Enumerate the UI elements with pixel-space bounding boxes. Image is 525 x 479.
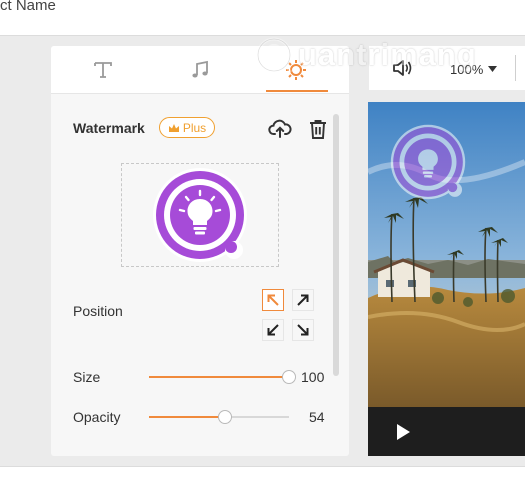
site-watermark-text: uantrimang (298, 37, 477, 72)
chevron-down-icon (488, 66, 498, 72)
arrow-up-left-icon (267, 294, 279, 306)
position-bottom-right-button[interactable] (292, 319, 314, 341)
size-slider[interactable] (149, 370, 296, 384)
top-bar: ct Name (0, 0, 525, 36)
size-label: Size (73, 369, 101, 385)
position-top-left-button[interactable] (262, 289, 284, 311)
lightbulb-logo-icon (153, 168, 247, 262)
tab-text[interactable] (78, 54, 128, 86)
arrow-down-left-icon (267, 324, 279, 336)
plus-badge[interactable]: Plus (159, 117, 215, 138)
position-label: Position (73, 303, 123, 319)
cloud-upload-icon (268, 119, 292, 138)
watermark-image-preview[interactable] (121, 163, 279, 267)
watermark-panel: Watermark Plus Position Size 100 Opacity… (51, 46, 349, 456)
arrow-up-right-icon (297, 294, 309, 306)
opacity-slider-thumb[interactable] (218, 410, 232, 424)
position-bottom-left-button[interactable] (262, 319, 284, 341)
opacity-slider[interactable] (149, 410, 289, 424)
tab-music[interactable] (175, 54, 225, 86)
size-value: 100 (301, 369, 325, 385)
position-top-right-button[interactable] (292, 289, 314, 311)
arrow-down-right-icon (297, 324, 309, 336)
plus-badge-label: Plus (182, 120, 207, 135)
opacity-label: Opacity (73, 409, 121, 425)
trash-icon (310, 120, 326, 139)
site-watermark: uantrimang (254, 35, 477, 75)
lightbulb-brand-icon (256, 37, 293, 74)
music-note-icon (192, 60, 208, 78)
active-tab-indicator (266, 90, 328, 92)
playback-bar (368, 407, 525, 456)
video-watermark-logo (390, 124, 466, 200)
text-icon (94, 62, 112, 78)
opacity-slider-fill (149, 416, 225, 418)
video-preview[interactable] (368, 102, 525, 407)
panel-scrollbar[interactable] (333, 114, 339, 376)
upload-button[interactable] (267, 117, 293, 141)
size-slider-fill (149, 376, 289, 378)
delete-button[interactable] (306, 117, 330, 141)
size-slider-thumb[interactable] (282, 370, 296, 384)
opacity-value: 54 (309, 409, 325, 425)
toolbar-divider (515, 55, 516, 81)
bottom-bar (0, 466, 525, 479)
project-name[interactable]: ct Name (0, 0, 56, 14)
watermark-title: Watermark (73, 120, 145, 136)
play-button[interactable] (392, 421, 414, 443)
play-icon (397, 424, 410, 440)
crown-icon (168, 123, 179, 132)
